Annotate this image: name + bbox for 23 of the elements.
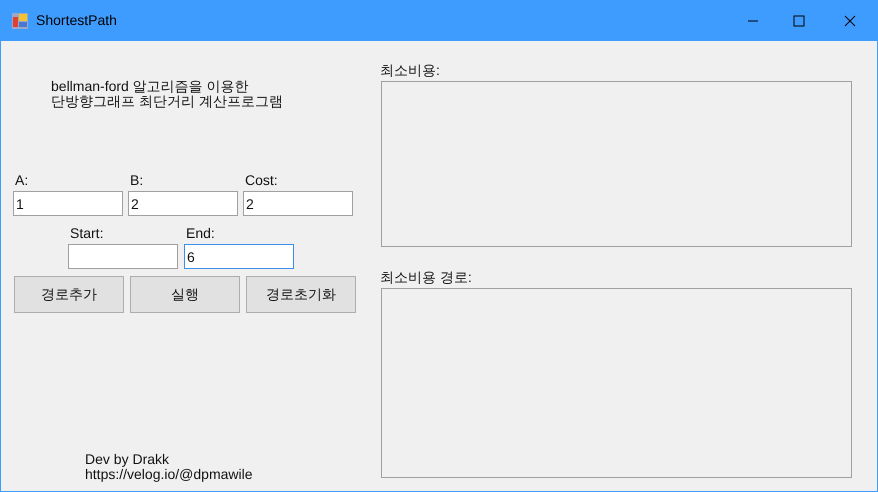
action-button[interactable]: 실행 [130, 276, 240, 313]
window-title: ShortestPath [36, 11, 117, 30]
action-button[interactable]: 경로추가 [14, 276, 124, 313]
maximize-icon [793, 14, 805, 26]
field-label: End: [185, 224, 216, 243]
result-label: 최소비용 경로: [380, 268, 473, 287]
field-label: Start: [69, 224, 104, 243]
action-button[interactable]: 경로초기화 [246, 276, 356, 313]
close-icon [844, 14, 856, 26]
input-field[interactable]: 1 [13, 191, 123, 216]
result-label: 최소비용: [380, 61, 441, 80]
credits-text: Dev by Drakk https://velog.io/@dpmawile [85, 452, 254, 482]
field-label: A: [14, 171, 30, 190]
input-field[interactable] [68, 244, 178, 269]
result-text-area[interactable] [381, 81, 852, 247]
input-field[interactable]: 6 [184, 244, 294, 269]
field-label: Cost: [244, 171, 279, 190]
field-label: B: [129, 171, 144, 190]
input-field[interactable]: 2 [243, 191, 353, 216]
description-text: bellman-ford 알고리즘을 이용한 단방향그래프 최단거리 계산프로그램 [51, 79, 284, 109]
app-icon [11, 12, 29, 30]
input-field[interactable]: 2 [128, 191, 238, 216]
result-text-area[interactable] [381, 288, 852, 478]
